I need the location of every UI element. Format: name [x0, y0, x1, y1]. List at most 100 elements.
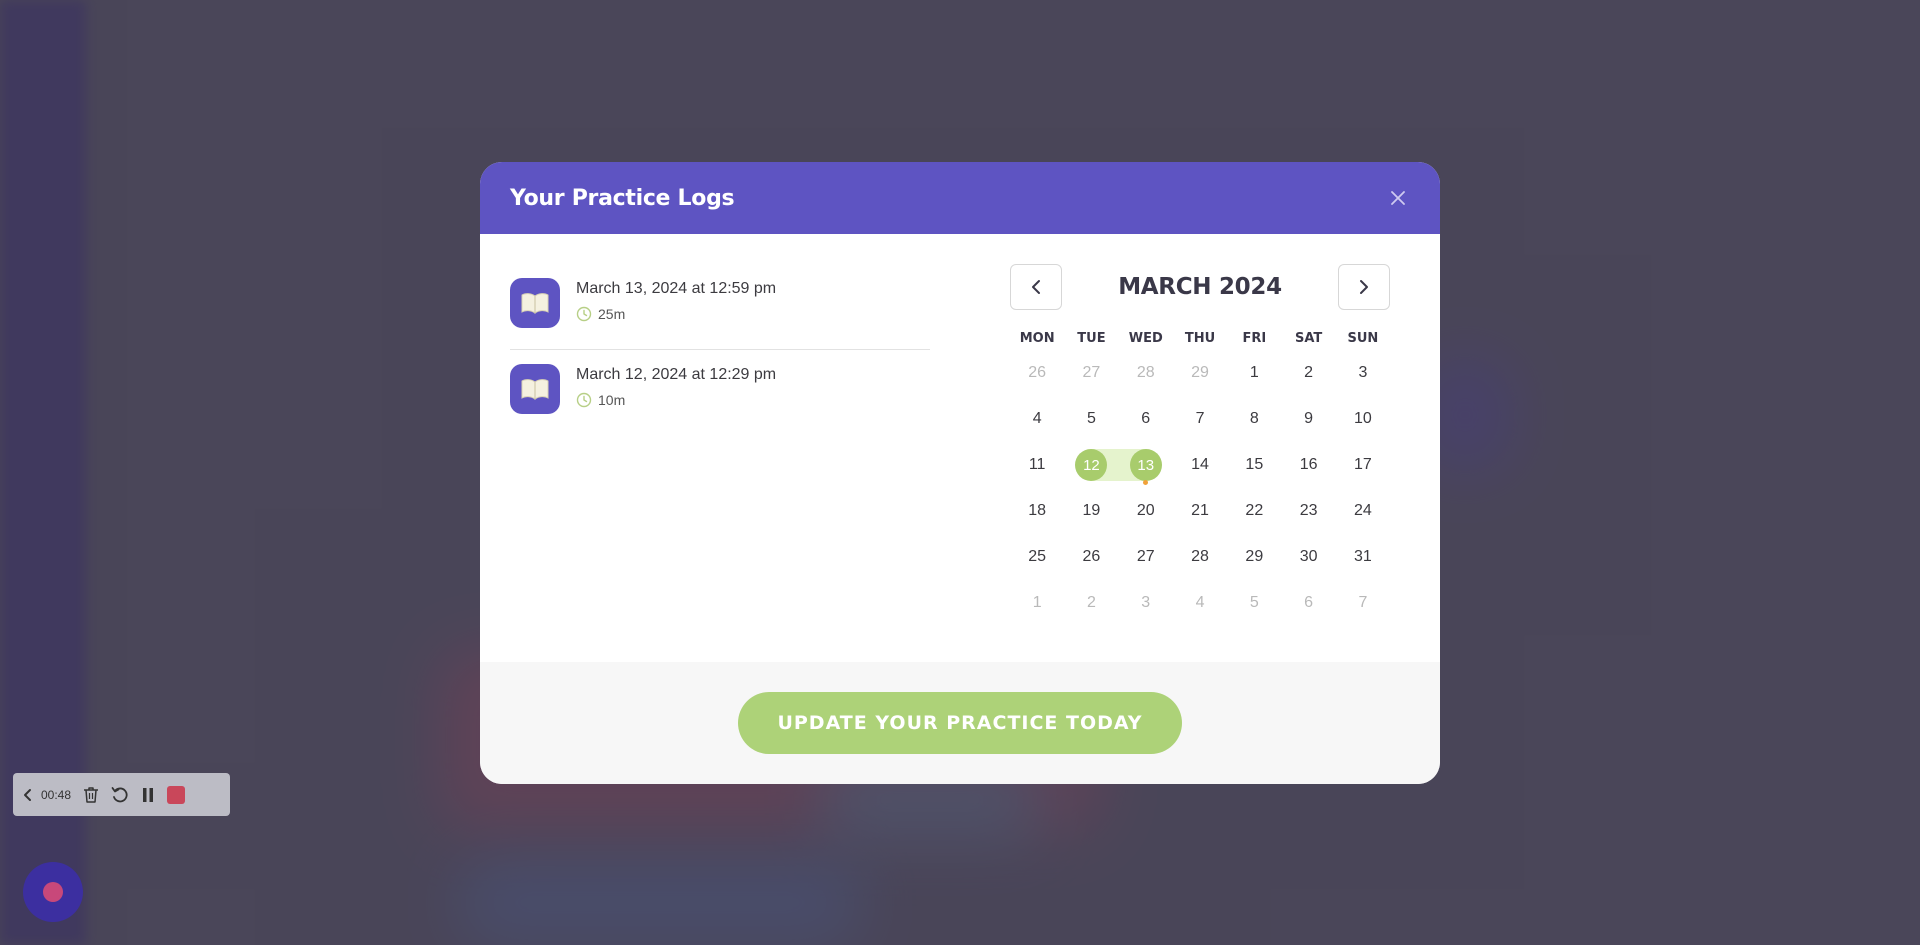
calendar-day[interactable]: 20: [1119, 488, 1173, 534]
recorder-restart-button[interactable]: [111, 786, 129, 804]
prev-month-button[interactable]: [1010, 264, 1062, 310]
practice-marker-dot: [1143, 480, 1149, 485]
clock-icon: [576, 306, 592, 322]
calendar-day[interactable]: 13: [1118, 442, 1173, 488]
calendar-day-number: 6: [1141, 410, 1151, 427]
calendar-day[interactable]: 15: [1227, 442, 1281, 488]
calendar-day-number: 7: [1358, 594, 1368, 611]
calendar-day[interactable]: 29: [1173, 350, 1227, 396]
calendar-day[interactable]: 8: [1227, 396, 1281, 442]
calendar-day-number: 7: [1195, 410, 1205, 427]
calendar-day[interactable]: 29: [1227, 534, 1281, 580]
calendar-day-number: 24: [1354, 502, 1372, 519]
calendar-day[interactable]: 24: [1336, 488, 1390, 534]
calendar-day[interactable]: 7: [1336, 580, 1390, 626]
calendar-day-number: 19: [1082, 502, 1101, 519]
recorder-pause-button[interactable]: [141, 787, 155, 803]
calendar-day-number: 27: [1082, 364, 1101, 381]
calendar-day[interactable]: 14: [1173, 442, 1227, 488]
calendar-day[interactable]: 2: [1281, 350, 1335, 396]
weekday-header: TUE: [1077, 331, 1106, 346]
calendar-day[interactable]: 25: [1010, 534, 1064, 580]
calendar-day[interactable]: 16: [1281, 442, 1335, 488]
calendar-day[interactable]: 26: [1064, 534, 1118, 580]
calendar-day[interactable]: 23: [1281, 488, 1335, 534]
calendar-day[interactable]: 3: [1119, 580, 1173, 626]
calendar-day[interactable]: 6: [1119, 396, 1173, 442]
calendar-day[interactable]: 28: [1119, 350, 1173, 396]
calendar-day-number: 15: [1245, 456, 1264, 473]
calendar-day[interactable]: 27: [1119, 534, 1173, 580]
calendar-day[interactable]: 4: [1010, 396, 1064, 442]
practice-log-list: March 13, 2024 at 12:59 pm 25m March 12,…: [510, 264, 930, 435]
next-month-button[interactable]: [1338, 264, 1390, 310]
calendar-day[interactable]: 3: [1336, 350, 1390, 396]
calendar-day-number: 17: [1354, 456, 1372, 473]
weekday-header: THU: [1184, 331, 1216, 346]
calendar-day[interactable]: 1: [1227, 350, 1281, 396]
calendar-month-title: MARCH 2024: [1118, 274, 1282, 300]
calendar-day[interactable]: 18: [1010, 488, 1064, 534]
calendar-day-number: 14: [1191, 456, 1209, 473]
calendar-day[interactable]: 28: [1173, 534, 1227, 580]
calendar-day[interactable]: 10: [1336, 396, 1390, 442]
calendar-day[interactable]: 6: [1281, 580, 1335, 626]
calendar-day-number: 29: [1245, 548, 1264, 565]
log-duration: 25m: [598, 306, 626, 322]
calendar-day[interactable]: 30: [1281, 534, 1335, 580]
practice-log-item[interactable]: March 12, 2024 at 12:29 pm 10m: [510, 350, 930, 435]
recorder-toolbar: 00:48: [13, 773, 230, 816]
calendar-day[interactable]: 31: [1336, 534, 1390, 580]
recorder-back-button[interactable]: [23, 788, 33, 802]
calendar-day-number: 9: [1304, 410, 1314, 427]
record-button[interactable]: [23, 862, 83, 922]
calendar-day-number: 4: [1195, 594, 1205, 611]
calendar-day-number: 28: [1191, 548, 1209, 565]
calendar-day-number: 11: [1028, 456, 1046, 473]
close-icon: [1391, 191, 1405, 205]
calendar-day[interactable]: 27: [1064, 350, 1118, 396]
calendar-day-number: 21: [1191, 502, 1209, 519]
book-icon: [510, 278, 560, 328]
calendar-day[interactable]: 17: [1336, 442, 1390, 488]
calendar-day[interactable]: 5: [1064, 396, 1118, 442]
calendar-day[interactable]: 26: [1010, 350, 1064, 396]
calendar-day-number: 4: [1032, 410, 1042, 427]
calendar-day[interactable]: 11: [1010, 442, 1064, 488]
close-button[interactable]: [1386, 186, 1410, 210]
calendar-day[interactable]: 9: [1281, 396, 1335, 442]
recorder-stop-button[interactable]: [167, 785, 186, 804]
calendar-day-number: 2: [1086, 594, 1096, 611]
restart-icon: [111, 786, 128, 802]
practice-logs-modal: Your Practice Logs March 13, 2024 at 12:…: [480, 162, 1440, 784]
calendar-day[interactable]: 5: [1227, 580, 1281, 626]
recorder-time: 00:48: [41, 787, 72, 802]
update-practice-button[interactable]: UPDATE YOUR PRACTICE TODAY: [738, 692, 1182, 754]
recorder-delete-button[interactable]: [83, 786, 99, 804]
chevron-right-icon: [1360, 280, 1368, 294]
calendar-day-number: 28: [1136, 364, 1155, 381]
stop-icon: [167, 785, 186, 804]
calendar-day-number: 13: [1129, 449, 1162, 481]
practice-log-item[interactable]: March 13, 2024 at 12:59 pm 25m: [510, 264, 930, 350]
modal-footer: UPDATE YOUR PRACTICE TODAY: [480, 662, 1440, 784]
calendar-day-number: 23: [1299, 502, 1318, 519]
calendar-day-number: 5: [1086, 410, 1096, 427]
calendar-day-number: 27: [1136, 548, 1155, 565]
calendar-day[interactable]: 22: [1227, 488, 1281, 534]
weekday-header: WED: [1128, 331, 1163, 346]
calendar-day[interactable]: 2: [1064, 580, 1118, 626]
calendar-day-number: 26: [1082, 548, 1101, 565]
modal-body: March 13, 2024 at 12:59 pm 25m March 12,…: [480, 234, 1440, 662]
weekday-header: FRI: [1242, 331, 1267, 346]
calendar-day[interactable]: 7: [1173, 396, 1227, 442]
calendar-day[interactable]: 19: [1064, 488, 1118, 534]
calendar-day[interactable]: 12: [1064, 442, 1119, 488]
calendar-day-number: 31: [1354, 548, 1372, 565]
calendar-day[interactable]: 1: [1010, 580, 1064, 626]
book-icon: [510, 364, 560, 414]
calendar-day-number: 29: [1191, 364, 1209, 381]
calendar-grid: MON TUE WED THU FRI SAT SUN 26 27 28 29 1 2 3 4 5 6 7 8 9 10…: [1010, 328, 1390, 626]
calendar-day[interactable]: 4: [1173, 580, 1227, 626]
calendar-day[interactable]: 21: [1173, 488, 1227, 534]
